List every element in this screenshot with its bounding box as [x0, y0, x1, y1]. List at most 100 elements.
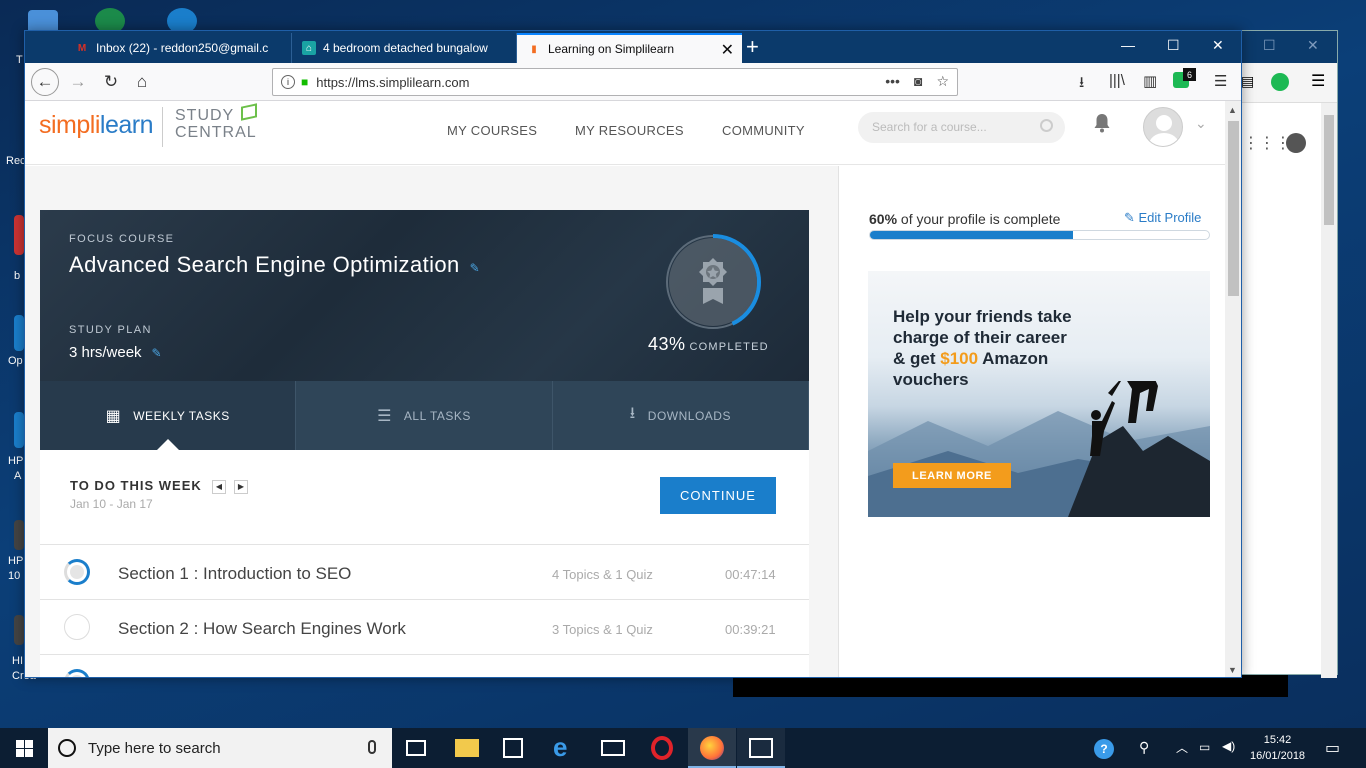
- tab-downloads[interactable]: ⭳ DOWNLOADS: [552, 381, 809, 450]
- edit-pencil-icon[interactable]: ✎: [152, 346, 162, 360]
- search-icon[interactable]: [1040, 119, 1053, 132]
- show-hidden-icons[interactable]: ︿: [1176, 739, 1188, 756]
- page-actions-icon[interactable]: •••: [885, 73, 900, 90]
- download-icon[interactable]: ⭳: [1079, 72, 1084, 97]
- address-bar[interactable]: i ■ https://lms.simplilearn.com ••• ◙ ☆: [272, 68, 958, 96]
- tab-simplilearn[interactable]: ▮ Learning on Simplilearn ✕: [517, 33, 742, 63]
- tab-bungalow[interactable]: ⌂ 4 bedroom detached bungalow: [292, 33, 517, 63]
- background-window[interactable]: ☐ ✕ ▤ ☰ ⋮⋮⋮: [1236, 30, 1338, 678]
- taskbar-search-input[interactable]: Type here to search: [48, 728, 392, 768]
- section-row[interactable]: Section 1 : Introduction to SEO 4 Topics…: [40, 544, 809, 599]
- maximize-icon[interactable]: ☐: [1263, 37, 1276, 54]
- section-row[interactable]: [40, 654, 809, 677]
- mail-icon[interactable]: [601, 740, 625, 756]
- microphone-icon[interactable]: [368, 740, 376, 754]
- firefox-taskbar-button[interactable]: [688, 728, 736, 768]
- todo-heading-text: TO DO THIS WEEK: [70, 478, 202, 493]
- tab-all-tasks[interactable]: ☰ ALL TASKS: [296, 381, 553, 450]
- info-icon[interactable]: i: [281, 75, 295, 89]
- network-icon[interactable]: ▭: [1199, 740, 1210, 754]
- file-explorer-icon[interactable]: [455, 739, 479, 757]
- desktop-shortcut-icon[interactable]: [14, 315, 24, 351]
- ad-line: Amazon: [978, 349, 1049, 368]
- library-icon[interactable]: |||\: [1109, 72, 1125, 89]
- browser-window: M Inbox (22) - reddon250@gmail.c ⌂ 4 bed…: [24, 30, 1242, 678]
- clock[interactable]: 15:42 16/01/2018: [1250, 732, 1305, 764]
- profile-suffix: of your profile is complete: [897, 211, 1061, 227]
- close-window-icon[interactable]: ✕: [1212, 37, 1224, 54]
- nav-my-courses[interactable]: MY COURSES: [447, 123, 537, 138]
- desktop-shortcut-icon[interactable]: [14, 520, 24, 550]
- reload-button[interactable]: ↻: [98, 69, 124, 95]
- home-button[interactable]: ⌂: [129, 69, 155, 95]
- minimize-icon[interactable]: —: [1121, 37, 1135, 53]
- scroll-up-icon[interactable]: ▲: [1228, 105, 1237, 115]
- logo-divider: [162, 107, 163, 147]
- simplilearn-logo[interactable]: simplilearn: [39, 111, 154, 140]
- nav-my-resources[interactable]: MY RESOURCES: [575, 123, 684, 138]
- eye-extension-icon[interactable]: [1271, 73, 1289, 91]
- tab-gmail[interactable]: M Inbox (22) - reddon250@gmail.c: [65, 33, 292, 63]
- edge-icon[interactable]: e: [553, 732, 577, 762]
- new-tab-button[interactable]: +: [746, 34, 759, 60]
- section-name[interactable]: Section 1 : Introduction to SEO: [118, 564, 351, 584]
- scrollbar-thumb[interactable]: [1324, 115, 1334, 225]
- action-center-icon[interactable]: ▭: [1325, 738, 1340, 758]
- section-row[interactable]: Section 2 : How Search Engines Work 3 To…: [40, 599, 809, 654]
- page-scrollbar[interactable]: ▲ ▼: [1225, 101, 1241, 677]
- start-button[interactable]: [0, 728, 48, 768]
- back-button[interactable]: ←: [31, 68, 59, 96]
- desktop-label: HP: [8, 555, 24, 567]
- maximize-icon[interactable]: ☐: [1167, 37, 1180, 54]
- menu-icon[interactable]: ☰: [1311, 71, 1325, 91]
- background-window-scrollbar[interactable]: [1321, 103, 1337, 678]
- forward-button[interactable]: →: [65, 69, 91, 95]
- site-header: simplilearn STUDY CENTRAL MY COURSES MY …: [25, 101, 1225, 165]
- tab-label: Learning on Simplilearn: [548, 42, 675, 56]
- course-title-text: Advanced Search Engine Optimization: [69, 252, 460, 277]
- tab-weekly-tasks[interactable]: ▦ WEEKLY TASKS: [40, 381, 297, 451]
- chevron-down-icon[interactable]: ⌄: [1195, 115, 1207, 132]
- referral-ad-banner[interactable]: Help your friends take charge of their c…: [868, 271, 1210, 517]
- taskbar: Type here to search e ? ⚲ ︿ ▭ ◀) 15:42 1…: [0, 728, 1366, 768]
- people-icon[interactable]: ⚲: [1139, 739, 1149, 756]
- course-search-input[interactable]: Search for a course...: [858, 112, 1065, 143]
- url-text[interactable]: https://lms.simplilearn.com: [316, 75, 469, 90]
- close-tab-icon[interactable]: ✕: [721, 40, 734, 60]
- volume-icon[interactable]: ◀): [1222, 739, 1235, 753]
- scrollbar-thumb[interactable]: [1228, 121, 1239, 296]
- sidebar-icon[interactable]: ▥: [1143, 72, 1157, 90]
- photos-taskbar-button[interactable]: [737, 728, 785, 768]
- close-icon[interactable]: ✕: [1307, 37, 1319, 54]
- opera-icon[interactable]: [651, 736, 673, 760]
- desktop-shortcut-icon[interactable]: [14, 412, 24, 448]
- nav-community[interactable]: COMMUNITY: [722, 123, 805, 138]
- pocket-icon[interactable]: ◙: [914, 73, 922, 90]
- menu-icon[interactable]: ☰: [1214, 72, 1227, 90]
- desktop-shortcut-icon[interactable]: [14, 215, 24, 255]
- desktop-shortcut-icon[interactable]: [14, 615, 24, 645]
- sidebar-icon[interactable]: ▤: [1241, 73, 1254, 90]
- task-view-icon[interactable]: [406, 740, 426, 756]
- notification-icon[interactable]: [1286, 133, 1306, 153]
- scroll-down-icon[interactable]: ▼: [1228, 665, 1237, 675]
- ad-headline: Help your friends take charge of their c…: [893, 306, 1072, 390]
- bookmark-star-icon[interactable]: ☆: [936, 73, 949, 90]
- edit-profile-link[interactable]: ✎ Edit Profile: [1124, 210, 1201, 226]
- clock-date: 16/01/2018: [1250, 750, 1306, 762]
- grid-icon[interactable]: ⋮⋮⋮: [1243, 133, 1291, 153]
- store-icon[interactable]: [503, 738, 523, 758]
- avatar[interactable]: [1143, 107, 1183, 147]
- simplilearn-icon: ▮: [531, 43, 537, 55]
- help-icon[interactable]: ?: [1094, 739, 1114, 759]
- next-week-button[interactable]: ▶: [234, 480, 249, 494]
- learn-more-button[interactable]: LEARN MORE: [893, 463, 1011, 488]
- desktop-label: Op: [8, 355, 23, 367]
- bell-icon[interactable]: [1093, 113, 1111, 133]
- previous-week-button[interactable]: ◀: [212, 480, 227, 494]
- ad-amount: $100: [940, 349, 979, 368]
- background-window-titlebar[interactable]: ☐ ✕: [1237, 31, 1337, 63]
- edit-pencil-icon[interactable]: ✎: [470, 261, 480, 275]
- continue-button[interactable]: CONTINUE: [660, 477, 776, 514]
- section-name[interactable]: Section 2 : How Search Engines Work: [118, 619, 406, 639]
